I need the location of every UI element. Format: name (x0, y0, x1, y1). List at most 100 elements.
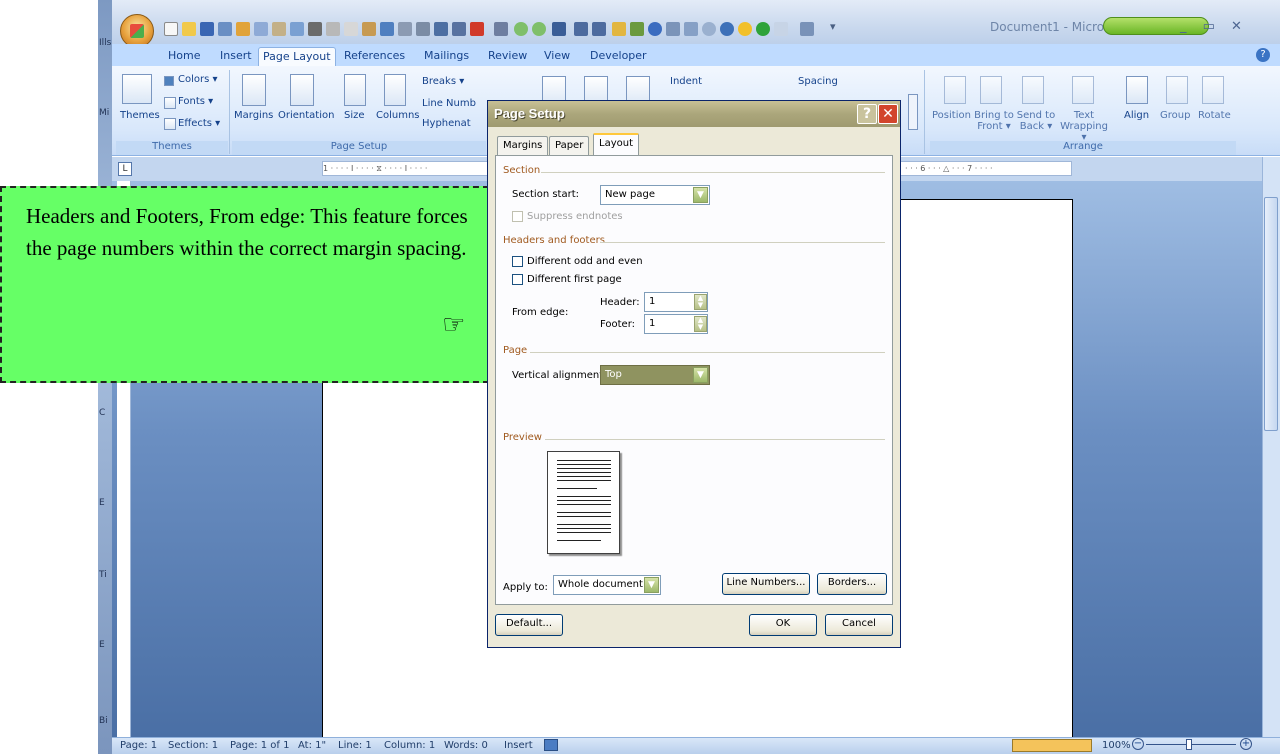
paste-icon[interactable] (362, 22, 376, 36)
copy-icon[interactable] (344, 22, 358, 36)
tab-mailings[interactable]: Mailings (420, 47, 473, 66)
tab-home[interactable]: Home (164, 47, 204, 66)
align-button[interactable]: Align (1124, 110, 1149, 121)
columns-icon[interactable] (384, 74, 406, 106)
rotate-icon[interactable] (1202, 76, 1224, 104)
font-color-icon[interactable] (470, 22, 484, 36)
bring-to-front-icon[interactable] (980, 76, 1002, 104)
chart-icon[interactable] (666, 22, 680, 36)
view-buttons[interactable] (1012, 739, 1092, 752)
smiley-icon[interactable] (738, 22, 752, 36)
different-odd-even-checkbox[interactable] (512, 256, 523, 267)
redo-icon[interactable] (398, 22, 412, 36)
text-wrapping-icon[interactable] (1072, 76, 1094, 104)
tab-insert[interactable]: Insert (216, 47, 256, 66)
insert-table-icon[interactable] (630, 22, 644, 36)
group-button[interactable]: Group (1160, 110, 1190, 121)
status-words[interactable]: Words: 0 (444, 740, 488, 751)
tab-developer[interactable]: Developer (586, 47, 651, 66)
orientation-button[interactable]: Orientation (278, 110, 334, 121)
hyphenation-button[interactable]: Hyphenat (422, 118, 471, 129)
undo-icon[interactable] (380, 22, 394, 36)
symbol-icon[interactable] (552, 22, 566, 36)
tab-paper[interactable]: Paper (549, 136, 590, 155)
help-circle-icon[interactable] (648, 22, 662, 36)
quick-print-icon[interactable] (254, 22, 268, 36)
tab-view[interactable]: View (540, 47, 574, 66)
zoom-slider-thumb[interactable] (1186, 739, 1192, 750)
back-arrow-icon[interactable] (720, 22, 734, 36)
zoom-out-icon[interactable]: − (1132, 738, 1144, 750)
different-first-page-label[interactable]: Different first page (527, 274, 622, 285)
dialog-help-icon[interactable]: ? (857, 104, 877, 124)
line-numbers-button[interactable]: Line Numbers... (722, 573, 810, 595)
chevron-down-icon[interactable]: ▼ (693, 367, 708, 383)
print-icon[interactable] (308, 22, 322, 36)
orientation-icon[interactable] (290, 74, 314, 106)
themes-icon[interactable] (122, 74, 152, 104)
email-icon[interactable] (236, 22, 250, 36)
pilcrow-icon[interactable] (452, 22, 466, 36)
window-controls[interactable]: _ ▭ ✕ (1180, 19, 1248, 34)
repeat-icon[interactable] (416, 22, 430, 36)
tab-margins[interactable]: Margins (497, 136, 549, 155)
different-odd-even-label[interactable]: Different odd and even (527, 256, 643, 267)
status-mode[interactable]: Insert (504, 740, 533, 751)
status-line[interactable]: Line: 1 (338, 740, 372, 751)
borders-button[interactable]: Borders... (817, 573, 887, 595)
org-chart-icon[interactable] (800, 22, 814, 36)
scrollbar-thumb[interactable] (1264, 197, 1278, 431)
header-spinner[interactable]: ▲ ▼ (694, 294, 707, 310)
tab-references[interactable]: References (340, 47, 409, 66)
position-icon[interactable] (944, 76, 966, 104)
tab-stop-selector[interactable]: L (118, 162, 132, 176)
columns-button[interactable]: Columns (376, 110, 420, 121)
cancel-button[interactable]: Cancel (825, 614, 893, 636)
customize-qat-chevron-icon[interactable]: ▾ (830, 20, 836, 33)
breaks-button[interactable]: Breaks ▾ (422, 76, 464, 87)
new-doc-icon[interactable] (164, 22, 178, 36)
align-icon[interactable] (1126, 76, 1148, 104)
smartart-icon[interactable] (684, 22, 698, 36)
status-page[interactable]: Page: 1 (120, 740, 157, 751)
bring-to-front-button[interactable]: Bring to Front ▾ (974, 110, 1014, 132)
group-icon[interactable] (1166, 76, 1188, 104)
green-dot-icon[interactable] (756, 22, 770, 36)
help-icon[interactable]: ? (1256, 48, 1270, 62)
send-to-back-icon[interactable] (1022, 76, 1044, 104)
spelling-icon[interactable] (290, 22, 304, 36)
open-folder-icon[interactable] (182, 22, 196, 36)
change-case-icon[interactable] (494, 22, 508, 36)
colors-button[interactable]: Colors ▾ (178, 74, 218, 85)
ok-button[interactable]: OK (749, 614, 817, 636)
save-icon[interactable] (200, 22, 214, 36)
gear-icon[interactable] (702, 22, 716, 36)
default-button[interactable]: Default... (495, 614, 563, 636)
tab-page-layout[interactable]: Page Layout (258, 47, 336, 66)
document-map-icon[interactable] (774, 22, 788, 36)
margins-button[interactable]: Margins (234, 110, 273, 121)
zoom-level[interactable]: 100% (1102, 740, 1131, 751)
chevron-down-icon[interactable]: ▼ (693, 187, 708, 203)
cut-icon[interactable] (326, 22, 340, 36)
print-preview-icon[interactable] (218, 22, 232, 36)
spelling-check-icon[interactable] (434, 22, 448, 36)
spacing-spinner[interactable] (908, 94, 918, 130)
send-to-back-button[interactable]: Send to Back ▾ (1016, 110, 1056, 132)
status-at[interactable]: At: 1" (298, 740, 326, 751)
insert-picture-icon[interactable] (612, 22, 626, 36)
size-icon[interactable] (344, 74, 366, 106)
research-icon[interactable] (272, 22, 286, 36)
position-button[interactable]: Position (932, 110, 971, 121)
sort-asc-icon[interactable] (574, 22, 588, 36)
zoom-in-icon[interactable]: + (1240, 738, 1252, 750)
status-section[interactable]: Section: 1 (168, 740, 218, 751)
text-wrapping-button[interactable]: Text Wrapping ▾ (1060, 110, 1108, 143)
tab-layout[interactable]: Layout (593, 133, 639, 156)
shrink-font-icon[interactable] (532, 22, 546, 36)
status-column[interactable]: Column: 1 (384, 740, 435, 751)
macro-record-icon[interactable] (544, 739, 558, 751)
dialog-close-icon[interactable]: ✕ (878, 104, 898, 124)
themes-button[interactable]: Themes (120, 110, 160, 121)
tab-review[interactable]: Review (484, 47, 531, 66)
